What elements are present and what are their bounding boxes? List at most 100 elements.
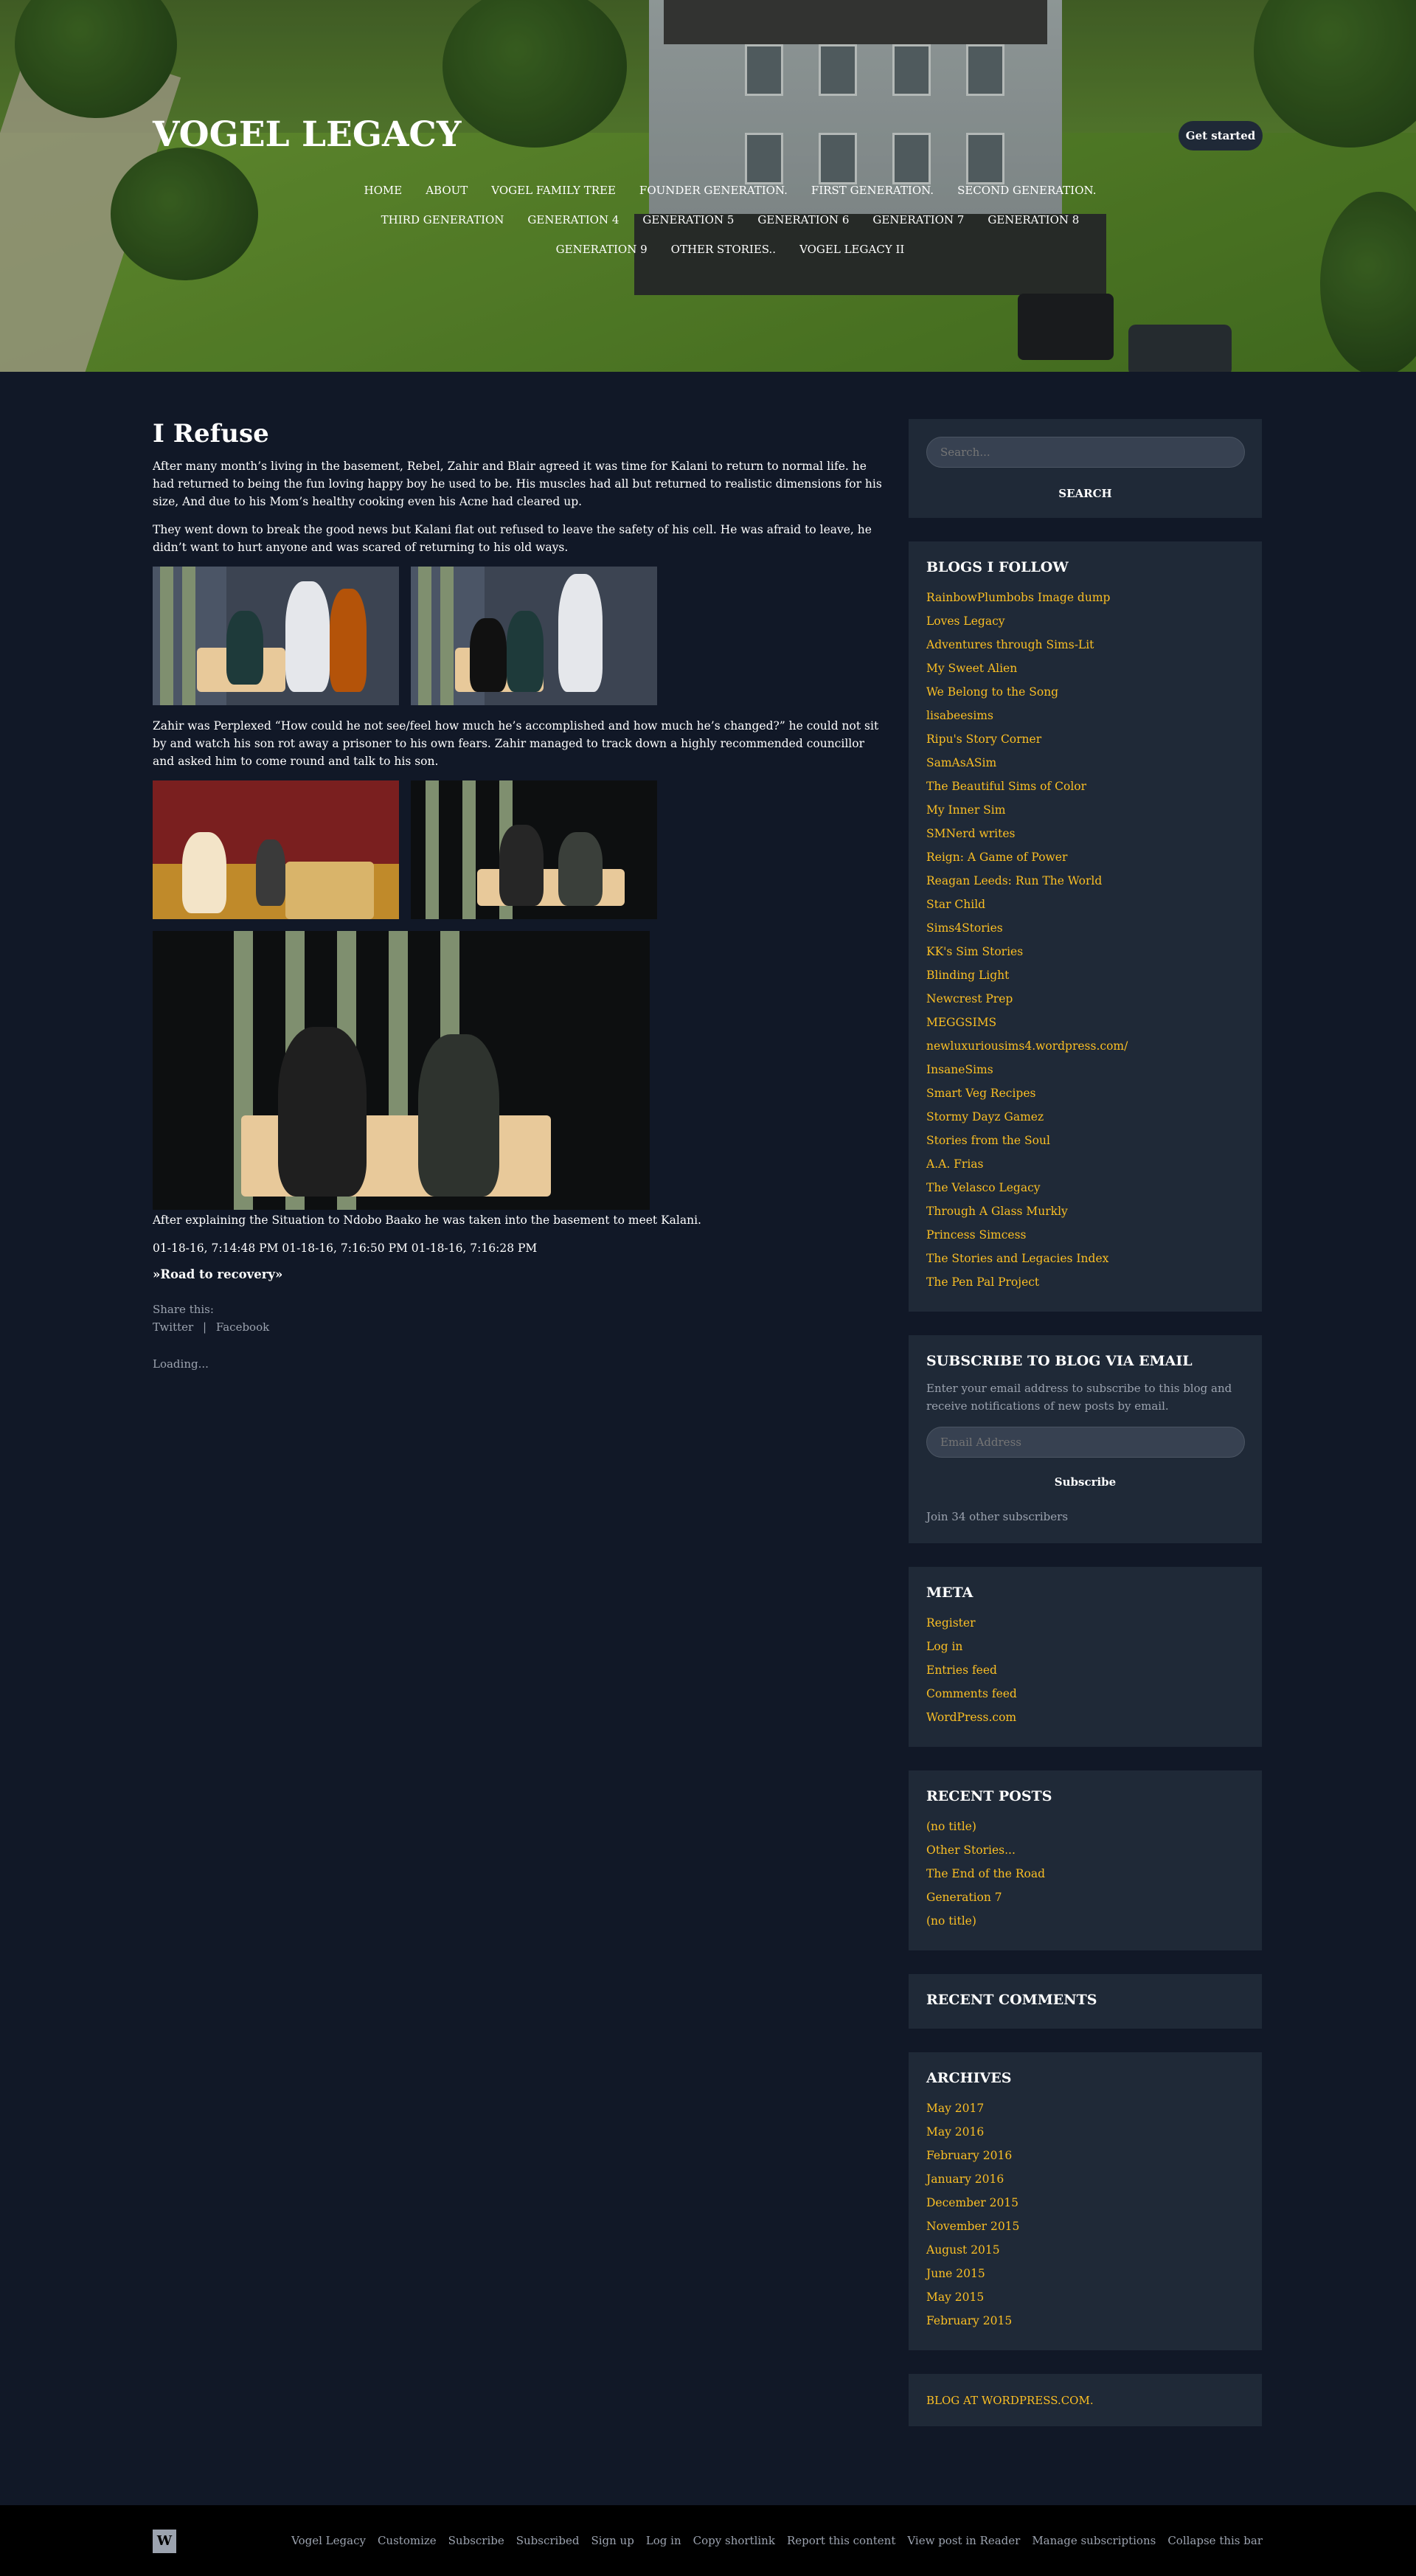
- meta-link-wordpress[interactable]: WordPress.com: [926, 1706, 1244, 1729]
- blog-link[interactable]: Reign: A Game of Power: [926, 845, 1244, 869]
- action-bar-site-link[interactable]: Vogel Legacy: [291, 2534, 366, 2547]
- nav-item-second-generation[interactable]: SECOND GENERATION.: [957, 184, 1096, 197]
- blog-link[interactable]: My Inner Sim: [926, 798, 1244, 822]
- nav-item-founder-generation[interactable]: FOUNDER GENERATION.: [639, 184, 788, 197]
- recent-post-link[interactable]: (no title): [926, 1909, 1244, 1933]
- archive-link[interactable]: May 2017: [926, 2097, 1244, 2120]
- blog-link[interactable]: lisabeesims: [926, 704, 1244, 727]
- action-bar-collapse[interactable]: Collapse this bar: [1167, 2534, 1263, 2547]
- blog-link[interactable]: Smart Veg Recipes: [926, 1081, 1244, 1105]
- post-image[interactable]: [153, 780, 399, 919]
- blog-link[interactable]: Reagan Leeds: Run The World: [926, 869, 1244, 893]
- nav-item-generation-7[interactable]: GENERATION 7: [872, 213, 964, 226]
- widget-title: RECENT COMMENTS: [926, 1992, 1097, 2008]
- archive-link[interactable]: November 2015: [926, 2215, 1244, 2238]
- action-bar-copy-shortlink[interactable]: Copy shortlink: [693, 2534, 775, 2547]
- blog-link[interactable]: RainbowPlumbobs Image dump: [926, 586, 1244, 609]
- widget-title: ARCHIVES: [926, 2070, 1012, 2086]
- post-paragraph: After many month’s living in the basemen…: [153, 460, 882, 508]
- nav-item-vogel-legacy-ii[interactable]: VOGEL LEGACY II: [799, 243, 904, 256]
- blog-link[interactable]: Newcrest Prep: [926, 987, 1244, 1011]
- blog-link[interactable]: A.A. Frias: [926, 1152, 1244, 1176]
- nav-item-first-generation[interactable]: FIRST GENERATION.: [811, 184, 934, 197]
- nav-item-family-tree[interactable]: VOGEL FAMILY TREE: [491, 184, 616, 197]
- blog-link[interactable]: InsaneSims: [926, 1058, 1244, 1081]
- blog-link[interactable]: Blinding Light: [926, 963, 1244, 987]
- blog-link[interactable]: newluxuriousims4.wordpress.com/: [926, 1034, 1244, 1058]
- recent-post-link[interactable]: The End of the Road: [926, 1862, 1244, 1886]
- archive-link[interactable]: May 2015: [926, 2285, 1244, 2309]
- blog-link[interactable]: Adventures through Sims-Lit: [926, 633, 1244, 657]
- post-image[interactable]: [411, 567, 657, 705]
- archive-link[interactable]: May 2016: [926, 2120, 1244, 2144]
- blog-link[interactable]: KK's Sim Stories: [926, 940, 1244, 963]
- blog-link[interactable]: Ripu's Story Corner: [926, 727, 1244, 751]
- post-image[interactable]: [411, 780, 657, 919]
- recent-post-link[interactable]: Generation 7: [926, 1886, 1244, 1909]
- archive-link[interactable]: January 2016: [926, 2167, 1244, 2191]
- action-bar-manage-subscriptions[interactable]: Manage subscriptions: [1032, 2534, 1156, 2547]
- blog-link[interactable]: Star Child: [926, 893, 1244, 916]
- archive-link[interactable]: December 2015: [926, 2191, 1244, 2215]
- sidebar: SEARCH BLOGS I FOLLOW RainbowPlumbobs Im…: [909, 419, 1262, 2450]
- blog-link[interactable]: MEGGSIMS: [926, 1011, 1244, 1034]
- email-field[interactable]: [926, 1427, 1245, 1458]
- meta-link-comments-feed[interactable]: Comments feed: [926, 1682, 1244, 1706]
- share-facebook-link[interactable]: Facebook: [216, 1320, 269, 1334]
- post-title: I Refuse: [153, 419, 269, 449]
- nav-item-generation-4[interactable]: GENERATION 4: [527, 213, 619, 226]
- blog-link[interactable]: We Belong to the Song: [926, 680, 1244, 704]
- archive-link[interactable]: February 2016: [926, 2144, 1244, 2167]
- meta-link-entries-feed[interactable]: Entries feed: [926, 1658, 1244, 1682]
- search-input[interactable]: [926, 437, 1245, 468]
- blog-link[interactable]: Stories from the Soul: [926, 1129, 1244, 1152]
- nav-item-generation-9[interactable]: GENERATION 9: [556, 243, 648, 256]
- site-title[interactable]: VOGEL LEGACY: [153, 114, 461, 155]
- blog-link[interactable]: The Pen Pal Project: [926, 1270, 1244, 1294]
- blog-link[interactable]: The Stories and Legacies Index: [926, 1247, 1244, 1270]
- recent-post-link[interactable]: (no title): [926, 1815, 1244, 1838]
- timestamps: 01-18-16, 7:14:48 PM 01-18-16, 7:16:50 P…: [153, 1242, 538, 1255]
- action-bar-customize[interactable]: Customize: [378, 2534, 437, 2547]
- blog-link[interactable]: Loves Legacy: [926, 609, 1244, 633]
- action-bar-sign-up[interactable]: Sign up: [591, 2534, 634, 2547]
- nav-item-generation-5[interactable]: GENERATION 5: [642, 213, 734, 226]
- share-twitter-link[interactable]: Twitter: [153, 1320, 193, 1334]
- nav-item-home[interactable]: HOME: [364, 184, 403, 197]
- blog-link[interactable]: Sims4Stories: [926, 916, 1244, 940]
- blog-link[interactable]: My Sweet Alien: [926, 657, 1244, 680]
- action-bar-view-in-reader[interactable]: View post in Reader: [907, 2534, 1020, 2547]
- action-bar-log-in[interactable]: Log in: [646, 2534, 681, 2547]
- next-post-link[interactable]: »Road to recovery»: [153, 1267, 886, 1281]
- nav-item-generation-8[interactable]: GENERATION 8: [988, 213, 1079, 226]
- get-started-button[interactable]: Get started: [1179, 121, 1263, 150]
- wordpress-logo-icon[interactable]: W: [153, 2530, 176, 2553]
- nav-item-third-generation[interactable]: THIRD GENERATION: [381, 213, 504, 226]
- blog-link[interactable]: Princess Simcess: [926, 1223, 1244, 1247]
- archive-link[interactable]: February 2015: [926, 2309, 1244, 2333]
- search-widget: SEARCH: [909, 419, 1262, 518]
- action-bar-report[interactable]: Report this content: [787, 2534, 895, 2547]
- meta-link-login[interactable]: Log in: [926, 1635, 1244, 1658]
- nav-item-about[interactable]: ABOUT: [426, 184, 468, 197]
- nav-item-other-stories[interactable]: OTHER STORIES..: [671, 243, 776, 256]
- action-bar-subscribe[interactable]: Subscribe: [448, 2534, 504, 2547]
- search-button[interactable]: SEARCH: [926, 487, 1244, 500]
- blog-link[interactable]: SamAsASim: [926, 751, 1244, 775]
- wordpress-credit-link[interactable]: BLOG AT WORDPRESS.COM.: [926, 2394, 1094, 2407]
- nav-item-generation-6[interactable]: GENERATION 6: [757, 213, 849, 226]
- recent-comments-widget: RECENT COMMENTS: [909, 1974, 1262, 2029]
- blog-link[interactable]: The Beautiful Sims of Color: [926, 775, 1244, 798]
- archive-link[interactable]: June 2015: [926, 2262, 1244, 2285]
- blog-link[interactable]: Through A Glass Murkly: [926, 1199, 1244, 1223]
- recent-post-link[interactable]: Other Stories...: [926, 1838, 1244, 1862]
- action-bar-subscribed[interactable]: Subscribed: [516, 2534, 580, 2547]
- blog-link[interactable]: SMNerd writes: [926, 822, 1244, 845]
- archive-link[interactable]: August 2015: [926, 2238, 1244, 2262]
- post-image[interactable]: [153, 567, 399, 705]
- blog-link[interactable]: Stormy Dayz Gamez: [926, 1105, 1244, 1129]
- meta-link-register[interactable]: Register: [926, 1611, 1244, 1635]
- post-image[interactable]: [153, 931, 650, 1210]
- subscribe-button[interactable]: Subscribe: [926, 1475, 1244, 1489]
- blog-link[interactable]: The Velasco Legacy: [926, 1176, 1244, 1199]
